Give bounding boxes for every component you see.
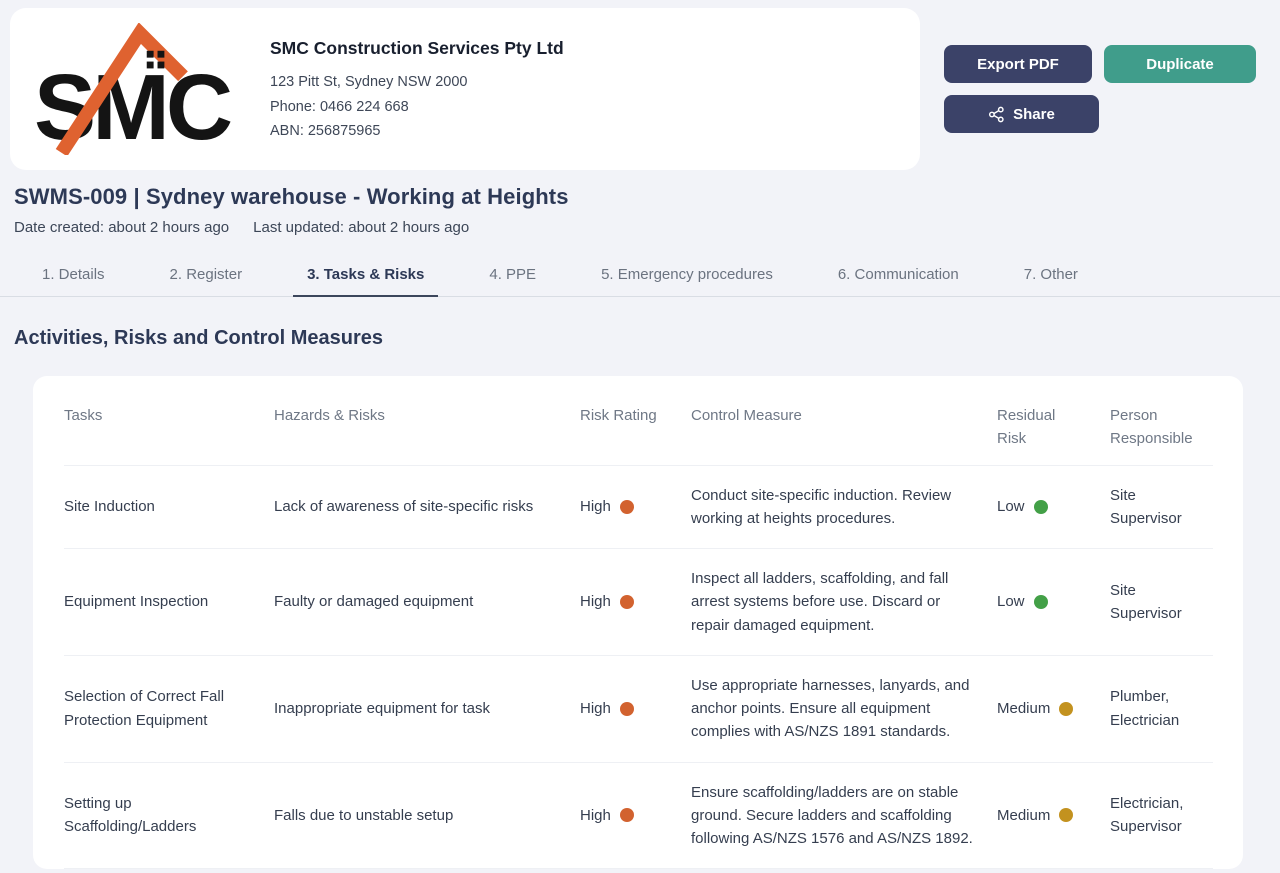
action-buttons: Export PDF Duplicate Share <box>944 8 1256 133</box>
company-address: 123 Pitt St, Sydney NSW 2000 <box>270 74 468 91</box>
risk-rating-cell: High <box>580 477 691 536</box>
hazard-cell: Faulty or damaged equipment <box>274 593 474 611</box>
tab-7[interactable]: 7. Other <box>1010 258 1092 297</box>
risk-rating-dot <box>619 808 634 823</box>
table-row: Site Induction Lack of awareness of site… <box>64 466 1213 549</box>
duplicate-button[interactable]: Duplicate <box>1104 45 1256 83</box>
tab-3[interactable]: 3. Tasks & Risks <box>293 258 439 297</box>
company-abn: ABN: 256875965 <box>270 123 381 140</box>
table-row: Selection of Correct Fall Protection Equ… <box>64 656 1213 763</box>
residual-risk-dot <box>1059 701 1074 716</box>
table-row: Equipment Inspection Faulty or damaged e… <box>64 549 1213 656</box>
table-body: Site Induction Lack of awareness of site… <box>64 466 1213 870</box>
share-button-label: Share <box>1013 105 1055 123</box>
tab-5[interactable]: 5. Emergency procedures <box>587 258 787 297</box>
residual-risk-dot <box>1033 594 1048 609</box>
control-measure-cell: Use appropriate harnesses, lanyards, and… <box>691 676 970 741</box>
risk-rating-text: High <box>580 593 611 611</box>
hazard-cell: Inappropriate equipment for task <box>274 700 490 717</box>
person-cell: Site Supervisor <box>1110 486 1182 527</box>
col-header-hazards: Hazards & Risks <box>274 407 385 424</box>
date-created: Date created: about 2 hours ago <box>14 219 230 236</box>
residual-risk-cell: Low <box>997 572 1110 631</box>
residual-risk-dot <box>1033 499 1048 514</box>
table-header-row: Tasks Hazards & Risks Risk Rating Contro… <box>64 386 1213 466</box>
col-header-residual-risk: Residual Risk <box>997 407 1056 448</box>
task-cell: Selection of Correct Fall Protection Equ… <box>64 688 225 729</box>
hazard-cell: Lack of awareness of site-specific risks <box>274 498 534 516</box>
last-updated: Last updated: about 2 hours ago <box>253 219 470 236</box>
risk-rating-dot <box>619 499 634 514</box>
tab-4[interactable]: 4. PPE <box>475 258 550 297</box>
task-cell: Equipment Inspection <box>64 593 209 611</box>
col-header-tasks: Tasks <box>64 407 103 424</box>
company-phone: Phone: 0466 224 668 <box>270 98 409 115</box>
residual-risk-cell: Medium <box>997 786 1110 845</box>
tab-bar: 1. Details 2. Register 3. Tasks & Risks 4. … <box>0 258 1280 297</box>
person-cell: Site Supervisor <box>1110 581 1182 622</box>
residual-risk-cell: Medium <box>997 679 1110 738</box>
control-measure-cell: Ensure scaffolding/ladders are on stable… <box>691 783 973 848</box>
risk-rating-cell: High <box>580 572 691 631</box>
tab-6[interactable]: 6. Communication <box>824 258 973 297</box>
smc-logo-graphic: SMC <box>34 22 235 159</box>
residual-risk-dot <box>1059 808 1074 823</box>
tab-1[interactable]: 1. Details <box>28 258 119 297</box>
residual-risk-text: Low <box>997 593 1025 611</box>
risk-rating-dot <box>619 701 634 716</box>
residual-risk-text: Low <box>997 498 1025 516</box>
share-button[interactable]: Share <box>944 95 1099 133</box>
col-header-control-measure: Control Measure <box>691 407 802 424</box>
section-heading: Activities, Risks and Control Measures <box>14 327 384 349</box>
control-measure-cell: Conduct site-specific induction. Review … <box>691 486 952 527</box>
share-icon <box>989 106 1004 122</box>
hazard-cell: Falls due to unstable setup <box>274 806 454 824</box>
risk-rating-cell: High <box>580 786 691 845</box>
company-name: SMC Construction Services Pty Ltd <box>270 38 564 59</box>
risks-table-card: Tasks Hazards & Risks Risk Rating Contro… <box>33 376 1243 870</box>
table-row: Setting up Scaffolding/Ladders Falls due… <box>64 763 1213 870</box>
company-header-card: SMC SMC Construction Services Pty Ltd 12… <box>10 8 920 170</box>
document-meta: Date created: about 2 hours ago Last upd… <box>14 219 1280 236</box>
company-info: SMC Construction Services Pty Ltd 123 Pi… <box>270 34 564 143</box>
task-cell: Setting up Scaffolding/Ladders <box>64 795 197 836</box>
col-header-risk-rating: Risk Rating <box>580 407 657 424</box>
residual-risk-text: Medium <box>997 806 1051 824</box>
col-header-person-responsible: Person Responsible <box>1110 407 1193 448</box>
page-title: SWMS-009 | Sydney warehouse - Working at… <box>14 184 569 209</box>
residual-risk-text: Medium <box>997 700 1051 717</box>
person-cell: Electrician, Supervisor <box>1110 795 1184 836</box>
risk-rating-cell: High <box>580 679 691 738</box>
residual-risk-cell: Low <box>997 477 1110 536</box>
risk-rating-text: High <box>580 806 611 824</box>
export-pdf-button[interactable]: Export PDF <box>944 45 1092 83</box>
person-cell: Plumber, Electrician <box>1110 688 1180 729</box>
task-cell: Site Induction <box>64 498 155 516</box>
risk-rating-dot <box>619 594 634 609</box>
risk-rating-text: High <box>580 700 611 717</box>
tab-2[interactable]: 2. Register <box>156 258 257 297</box>
control-measure-cell: Inspect all ladders, scaffolding, and fa… <box>691 570 949 634</box>
top-area: SMC SMC Construction Services Pty Ltd 12… <box>0 0 1280 170</box>
company-logo: SMC <box>34 22 235 159</box>
risk-rating-text: High <box>580 498 611 516</box>
